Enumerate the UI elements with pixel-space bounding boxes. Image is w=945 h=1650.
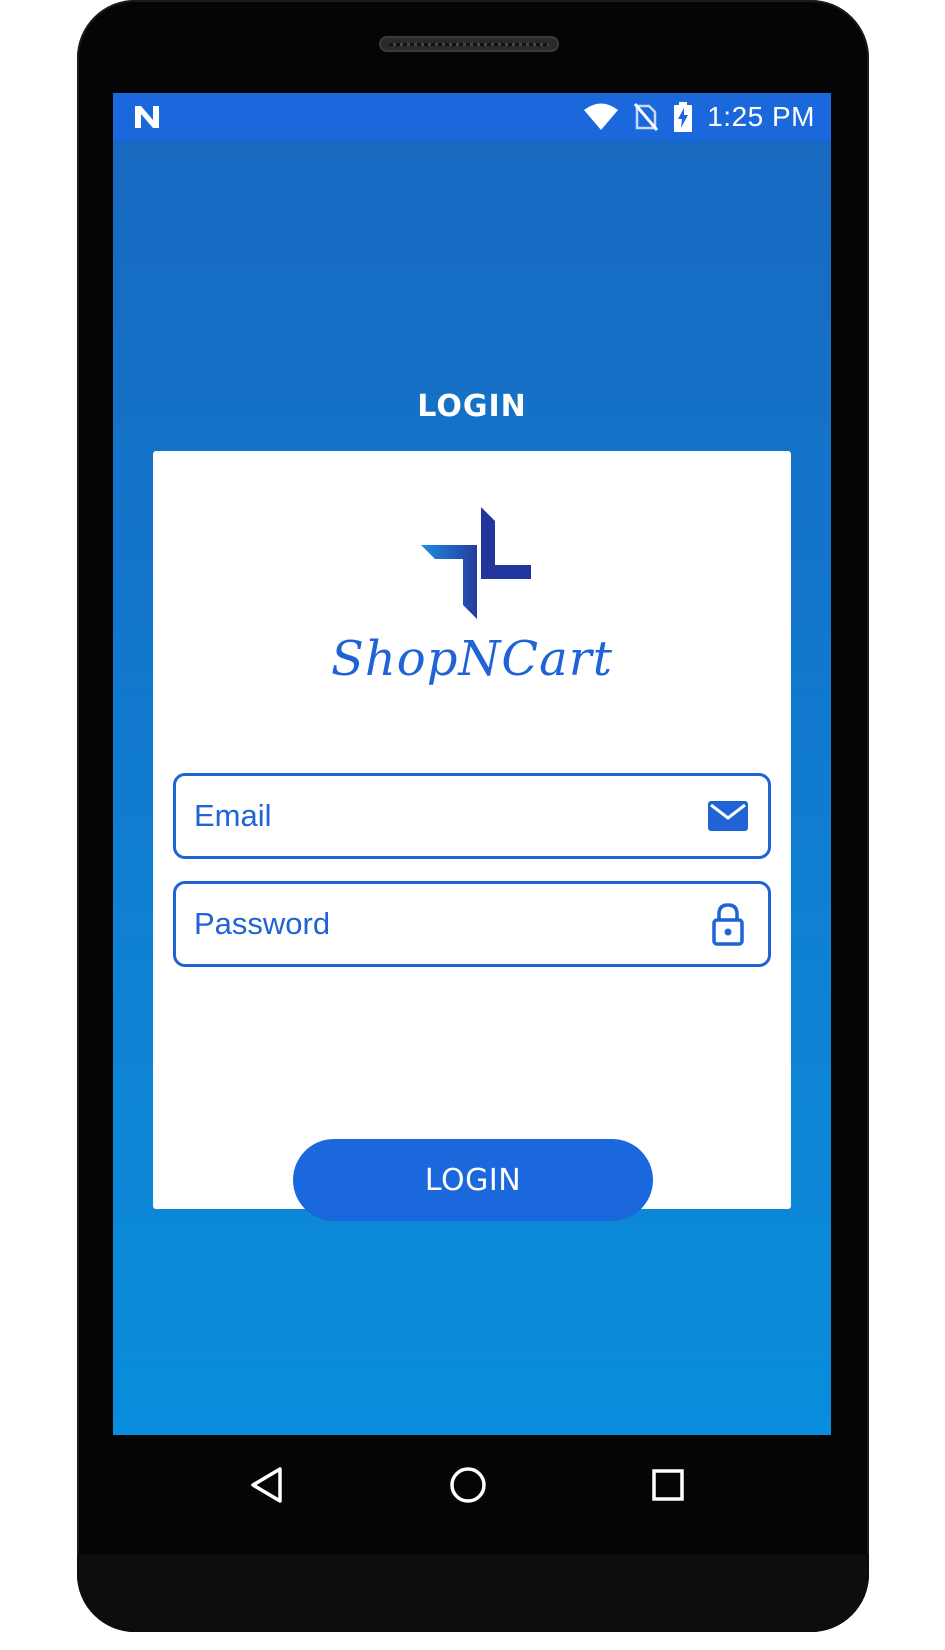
shopncart-logo-icon [421,507,531,619]
recents-button[interactable] [640,1457,696,1513]
page-title: LOGIN [417,389,527,424]
status-time: 1:25 PM [707,101,815,132]
back-button[interactable] [240,1457,296,1513]
recents-icon [652,1469,684,1501]
password-field[interactable] [173,881,771,967]
battery-charging-icon [674,102,693,132]
app-screen: 1:25 PM LOGIN ShopNCart Email LOGIN [113,93,831,1435]
earpiece-speaker [379,36,559,52]
phone-chin [77,1554,869,1632]
password-input[interactable] [194,884,674,964]
n-logo-icon [135,106,159,128]
email-field[interactable] [173,773,771,859]
back-icon [251,1467,282,1503]
login-card: ShopNCart LOGIN [153,451,791,1221]
login-button[interactable]: LOGIN [293,1139,653,1221]
home-button[interactable] [440,1457,496,1513]
wifi-icon [584,103,619,130]
status-icons: 1:25 PM [583,93,815,141]
status-bar: 1:25 PM [113,93,831,141]
lock-icon [712,903,744,946]
home-icon [450,1467,486,1503]
brand-name: ShopNCart [331,631,613,687]
no-sim-icon [634,103,659,131]
navigation-bar [113,1435,831,1555]
email-input[interactable] [194,776,674,856]
mail-icon [708,801,748,831]
